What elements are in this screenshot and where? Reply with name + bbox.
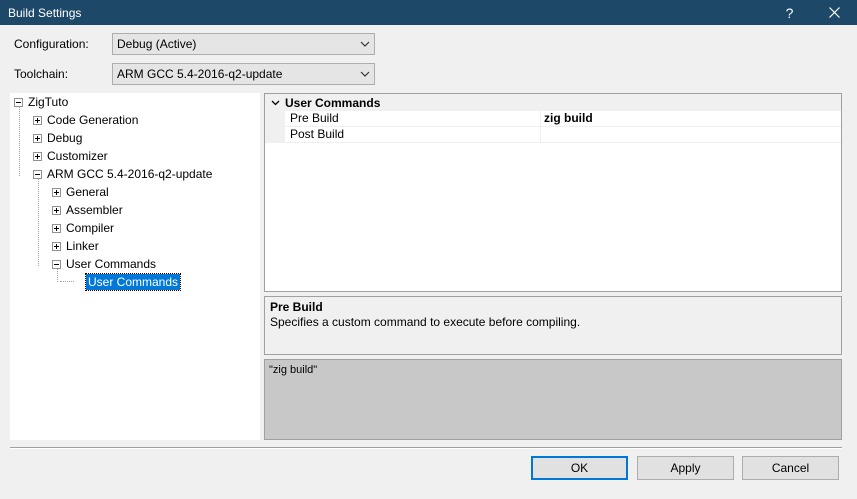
tree-node-arm-gcc[interactable]: ARM GCC 5.4-2016-q2-update [33, 165, 214, 183]
tree-node-zigtuto[interactable]: ZigTuto [14, 93, 70, 111]
property-name: Post Build [285, 127, 541, 142]
collapse-icon[interactable] [14, 97, 23, 107]
property-category-label: User Commands [285, 95, 381, 110]
toolchain-label: Toolchain: [14, 67, 69, 81]
tree-node-code-generation[interactable]: Code Generation [33, 111, 140, 129]
tree-node-debug[interactable]: Debug [33, 129, 84, 147]
expand-icon[interactable] [33, 133, 42, 143]
property-value[interactable]: zig build [541, 111, 841, 126]
settings-tree[interactable]: ZigTuto Code Generation Debug Customizer… [10, 93, 260, 440]
apply-button[interactable]: Apply [637, 456, 734, 480]
tree-node-assembler[interactable]: Assembler [52, 201, 125, 219]
expand-icon[interactable] [33, 151, 42, 161]
toolchain-dropdown[interactable]: ARM GCC 5.4-2016-q2-update [112, 63, 375, 85]
tree-node-general[interactable]: General [52, 183, 111, 201]
tree-node-label: Debug [47, 131, 83, 145]
tree-node-user-commands-selected[interactable]: User Commands [84, 273, 182, 291]
tree-node-label: ZigTuto [28, 95, 69, 109]
close-icon [829, 7, 840, 18]
configuration-dropdown[interactable]: Debug (Active) [112, 33, 375, 55]
description-title: Pre Build [270, 300, 323, 314]
tree-node-label: General [66, 185, 109, 199]
toolchain-value: ARM GCC 5.4-2016-q2-update [117, 67, 283, 81]
configuration-value: Debug (Active) [117, 37, 197, 51]
property-name: Pre Build [285, 111, 541, 126]
tree-node-label: Compiler [66, 221, 115, 235]
ok-button[interactable]: OK [531, 456, 628, 480]
close-button[interactable] [812, 0, 857, 25]
value-editor[interactable]: "zig build" [264, 359, 842, 440]
expand-icon[interactable] [33, 115, 42, 125]
expand-icon[interactable] [52, 187, 61, 197]
window-title: Build Settings [8, 5, 82, 20]
tree-node-customizer[interactable]: Customizer [33, 147, 110, 165]
tree-node-label: ARM GCC 5.4-2016-q2-update [47, 167, 213, 181]
tree-node-linker[interactable]: Linker [52, 237, 101, 255]
cancel-button[interactable]: Cancel [742, 456, 839, 480]
tree-node-label: Customizer [47, 149, 108, 163]
description-panel: Pre Build Specifies a custom command to … [264, 296, 842, 355]
description-text: Specifies a custom command to execute be… [270, 315, 581, 329]
tree-node-label: Code Generation [47, 113, 139, 127]
property-grid[interactable]: User Commands Pre Build zig build Post B… [264, 93, 842, 292]
separator [10, 447, 842, 449]
tree-node-user-commands[interactable]: User Commands [52, 255, 158, 273]
property-row-pre-build[interactable]: Pre Build zig build [265, 111, 841, 127]
help-button[interactable]: ? [767, 0, 812, 25]
chevron-down-icon [356, 64, 374, 84]
chevron-down-icon [356, 34, 374, 54]
title-bar: Build Settings ? [0, 0, 857, 25]
expand-icon[interactable] [52, 205, 61, 215]
property-row-post-build[interactable]: Post Build [265, 127, 841, 143]
property-value[interactable] [541, 127, 841, 142]
tree-node-label: Linker [66, 239, 99, 253]
property-category[interactable]: User Commands [265, 94, 841, 111]
value-editor-text: "zig build" [269, 364, 318, 376]
tree-node-label: Assembler [66, 203, 123, 217]
expand-icon[interactable] [52, 223, 61, 233]
tree-node-compiler[interactable]: Compiler [52, 219, 116, 237]
collapse-icon[interactable] [52, 259, 61, 269]
expand-icon[interactable] [52, 241, 61, 251]
configuration-label: Configuration: [14, 37, 89, 51]
collapse-icon[interactable] [33, 169, 42, 179]
tree-node-label: User Commands [66, 257, 157, 271]
chevron-down-icon[interactable] [265, 100, 285, 106]
tree-node-label: User Commands [84, 273, 182, 291]
